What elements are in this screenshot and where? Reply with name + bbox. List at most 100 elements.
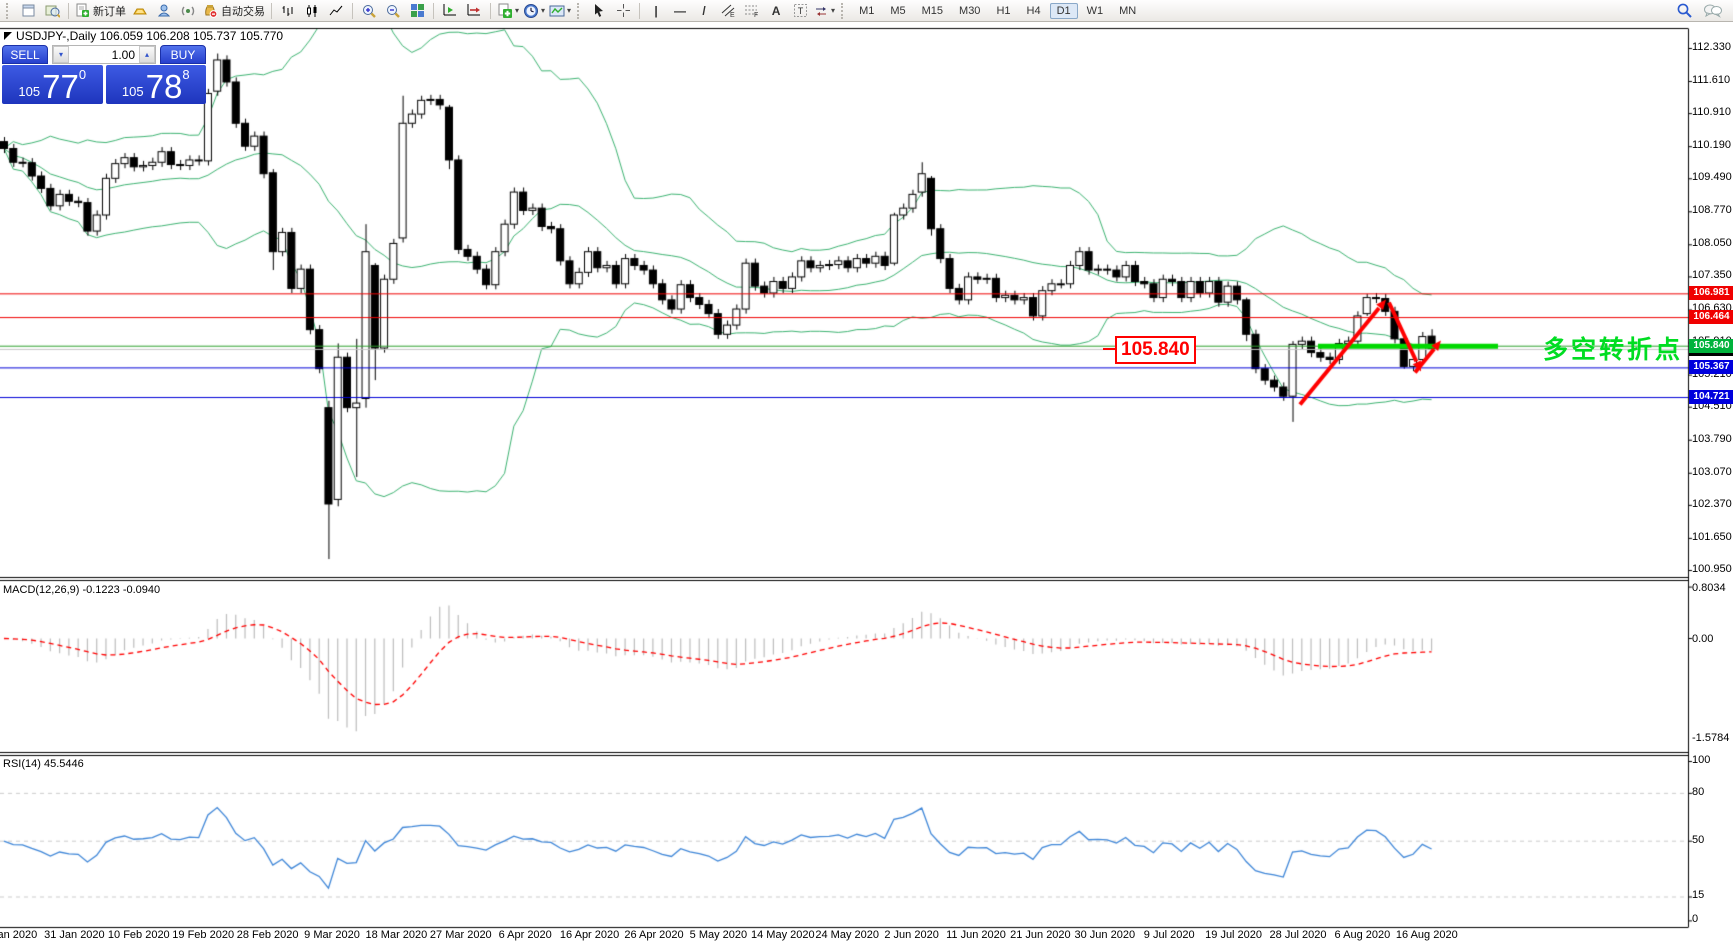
zoom-in-icon[interactable]: [357, 1, 381, 21]
signals-icon[interactable]: [176, 1, 200, 21]
timeframe-m5[interactable]: M5: [883, 3, 912, 19]
price-axis-label: 102.370: [1692, 497, 1732, 510]
price-level-box[interactable]: 105.840: [1115, 336, 1196, 364]
objects-button[interactable]: ▾: [812, 1, 837, 21]
new-order-label: 新订单: [93, 5, 126, 18]
macd-axis-label: 0.8034: [1692, 581, 1726, 594]
buy-price-big: 78: [145, 68, 183, 105]
price-badge: 106.464: [1689, 310, 1733, 325]
sell-price-big: 77: [42, 68, 79, 105]
timeframe-h1[interactable]: H1: [989, 3, 1017, 19]
vertical-line-tool[interactable]: |: [644, 1, 668, 21]
market-icon[interactable]: [152, 1, 176, 21]
new-chart-icon[interactable]: [16, 1, 40, 21]
auto-scroll-icon[interactable]: [462, 1, 486, 21]
volume-increase-button[interactable]: ▴: [139, 46, 155, 63]
date-axis-label: 21 Jun 2020: [1010, 929, 1071, 941]
toolbar-separator: [639, 2, 641, 19]
buy-price-pip: 8: [182, 67, 190, 82]
price-chart-canvas[interactable]: [0, 22, 1733, 943]
sell-price-pip: 0: [78, 67, 87, 82]
cursor-icon[interactable]: [587, 1, 611, 21]
timeframe-m15[interactable]: M15: [915, 3, 950, 19]
search-icon[interactable]: [1676, 2, 1693, 22]
turning-point-text[interactable]: 多空转折点: [1543, 330, 1683, 366]
buy-price-base: 105: [121, 84, 144, 99]
timeframe-h4[interactable]: H4: [1020, 3, 1048, 19]
history-center-icon[interactable]: [128, 1, 152, 21]
date-axis-label: 28 Jul 2020: [1269, 929, 1327, 941]
crosshair-icon[interactable]: [611, 1, 635, 21]
chart-shift-icon[interactable]: [438, 1, 462, 21]
price-axis-label: 103.070: [1692, 465, 1732, 478]
volume-input[interactable]: [69, 46, 139, 63]
text-label-tool[interactable]: T: [788, 1, 812, 21]
trendline-tool[interactable]: /: [692, 1, 716, 21]
sell-button[interactable]: SELL: [2, 45, 48, 64]
date-axis-label: 6 Aug 2020: [1334, 929, 1391, 941]
date-axis-label: 6 Apr 2020: [498, 929, 552, 941]
buy-price-panel[interactable]: 105 78 8: [105, 65, 206, 105]
bar-chart-icon[interactable]: [276, 1, 300, 21]
macd-axis-label: 0.00: [1692, 633, 1714, 645]
buy-button[interactable]: BUY: [160, 45, 206, 64]
price-axis-label: 103.790: [1692, 432, 1732, 445]
toolbar-separator: [490, 2, 491, 19]
timeframe-m30[interactable]: M30: [952, 3, 987, 19]
one-click-collapse-icon[interactable]: [4, 32, 12, 40]
date-axis-label: 5 May 2020: [689, 929, 748, 941]
templates-button[interactable]: ▾: [547, 1, 573, 21]
toolbar-right-group: [1676, 2, 1723, 22]
equidistant-channel-tool[interactable]: E: [716, 1, 740, 21]
date-axis-label: 24 May 2020: [815, 929, 879, 941]
fibonacci-tool[interactable]: F: [740, 1, 764, 21]
date-axis-label: 2 Jun 2020: [884, 929, 939, 941]
date-axis-label: 18 Mar 2020: [365, 929, 428, 941]
timeframe-mn[interactable]: MN: [1112, 3, 1143, 19]
timeframe-m1[interactable]: M1: [852, 3, 881, 19]
timeframe-w1[interactable]: W1: [1080, 3, 1111, 19]
toolbar-grip[interactable]: [6, 2, 12, 19]
chat-icon[interactable]: [1703, 3, 1723, 22]
candlestick-chart-icon[interactable]: [300, 1, 324, 21]
rsi-axis-label: 100: [1692, 754, 1711, 766]
date-axis-label: 19 Jul 2020: [1205, 929, 1263, 941]
toolbar-separator: [433, 2, 434, 19]
date-axis-label: 9 Mar 2020: [304, 929, 360, 941]
indicators-button[interactable]: ▾: [495, 1, 521, 21]
timeframe-d1[interactable]: D1: [1049, 2, 1078, 19]
tile-windows-icon[interactable]: [405, 1, 429, 21]
algo-trading-button[interactable]: 自动交易: [200, 1, 267, 21]
ohlc-values: 106.059 106.208 105.737 105.770: [99, 29, 284, 43]
toolbar-separator: [352, 2, 353, 19]
periods-button[interactable]: ▾: [521, 1, 547, 21]
rsi-axis-label: 80: [1692, 785, 1705, 798]
zoom-out-icon[interactable]: [381, 1, 405, 21]
date-axis-label: 2 Jan 2020: [0, 929, 38, 941]
chart-window: [0, 22, 1733, 943]
chevron-down-icon: ▾: [831, 6, 836, 15]
rsi-axis-label: 0: [1692, 913, 1699, 926]
date-axis-label: 26 Apr 2020: [624, 929, 684, 941]
horizontal-line-tool[interactable]: —: [668, 1, 692, 21]
price-axis-label: 107.350: [1692, 269, 1732, 282]
toolbar-grip[interactable]: [577, 2, 583, 19]
price-badge: 105.367: [1689, 360, 1733, 375]
price-axis-label: 110.190: [1692, 139, 1731, 152]
new-order-button[interactable]: 新订单: [73, 1, 128, 21]
date-axis-label: 27 Mar 2020: [429, 929, 492, 941]
volume-decrease-button[interactable]: ▾: [53, 46, 69, 63]
price-axis-label: 108.770: [1692, 204, 1732, 217]
sell-price-panel[interactable]: 105 77 0: [2, 65, 103, 104]
date-axis-label: 9 Jul 2020: [1143, 929, 1195, 941]
chart-profile-icon[interactable]: [40, 1, 64, 21]
toolbar-separator: [271, 2, 272, 19]
price-axis-label: 108.050: [1692, 237, 1732, 250]
price-axis-label: 109.490: [1692, 171, 1732, 184]
date-axis-label: 28 Feb 2020: [236, 929, 299, 941]
text-tool[interactable]: A: [764, 1, 788, 21]
date-axis-label: 10 Feb 2020: [107, 929, 170, 941]
line-chart-icon[interactable]: [324, 1, 348, 21]
rsi-axis-label: 50: [1692, 833, 1705, 846]
toolbar-grip[interactable]: [841, 2, 847, 19]
